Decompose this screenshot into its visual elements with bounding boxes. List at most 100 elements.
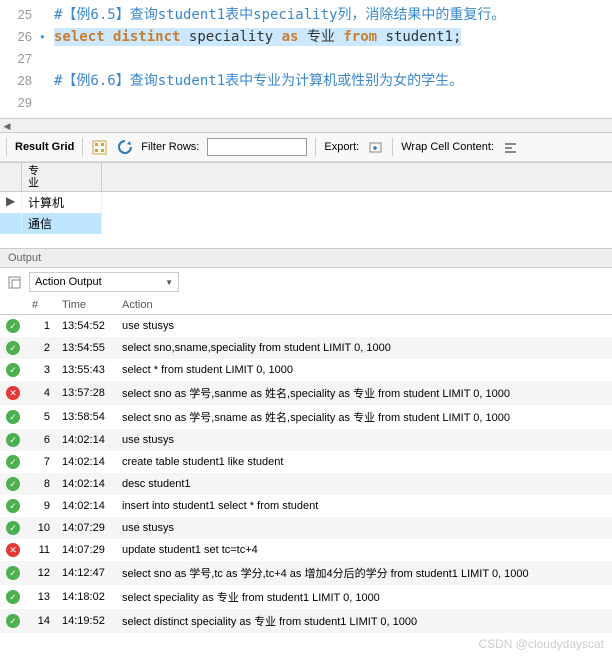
- status-ok-icon: ✓: [6, 363, 20, 377]
- output-row[interactable]: ✓ 1014:07:29use stusys: [0, 517, 612, 539]
- row-number: 12: [26, 561, 56, 585]
- row-time: 13:54:55: [56, 337, 116, 359]
- line-number: 29: [0, 92, 40, 114]
- output-row[interactable]: ✓ 814:02:14desc student1: [0, 473, 612, 495]
- status-ok-icon: ✓: [6, 477, 20, 491]
- output-type-dropdown[interactable]: Action Output ▼: [29, 272, 179, 292]
- status-ok-icon: ✓: [6, 455, 20, 469]
- row-pointer: [0, 213, 22, 234]
- row-time: 14:07:29: [56, 539, 116, 561]
- status-ok-icon: ✓: [6, 341, 20, 355]
- scroll-left-arrow[interactable]: ◀: [0, 119, 14, 133]
- row-number: 3: [26, 359, 56, 381]
- row-number: 4: [26, 381, 56, 405]
- row-time: 14:18:02: [56, 585, 116, 609]
- export-icon[interactable]: [367, 139, 384, 156]
- filter-input[interactable]: [207, 138, 307, 156]
- status-error-icon: ✕: [6, 543, 20, 557]
- row-action: select * from student LIMIT 0, 1000: [116, 359, 612, 381]
- row-number: 5: [26, 405, 56, 429]
- status-ok-icon: ✓: [6, 590, 20, 604]
- output-row[interactable]: ✓1414:19:52select distinct speciality as…: [0, 609, 612, 633]
- row-number: 11: [26, 539, 56, 561]
- code-content[interactable]: select distinct speciality as 专业 from st…: [54, 26, 461, 48]
- cell-value[interactable]: 通信: [22, 213, 102, 234]
- row-number: 8: [26, 473, 56, 495]
- export-label: Export:: [324, 141, 359, 153]
- chevron-down-icon: ▼: [165, 278, 173, 287]
- output-row[interactable]: ✕ 413:57:28select sno as 学号,sanme as 姓名,s…: [0, 381, 612, 405]
- code-content[interactable]: #【例6.6】查询student1表中专业为计算机或性别为女的学生。: [54, 70, 463, 92]
- code-line[interactable]: 27: [0, 48, 612, 70]
- dropdown-value: Action Output: [35, 276, 102, 288]
- row-number: 13: [26, 585, 56, 609]
- output-mode-icon[interactable]: [6, 274, 23, 291]
- code-line[interactable]: 28 #【例6.6】查询student1表中专业为计算机或性别为女的学生。: [0, 70, 612, 92]
- code-line[interactable]: 26●select distinct speciality as 专业 from…: [0, 26, 612, 48]
- row-action: select sno as 学号,tc as 学分,tc+4 as 增加4分后的…: [116, 561, 612, 585]
- row-time: 13:57:28: [56, 381, 116, 405]
- output-row[interactable]: ✓513:58:54select sno as 学号,sname as 姓名,s…: [0, 405, 612, 429]
- col-num[interactable]: #: [26, 296, 56, 315]
- col-time[interactable]: Time: [56, 296, 116, 315]
- output-row[interactable]: ✓ 1214:12:47select sno as 学号,tc as 学分,tc+…: [0, 561, 612, 585]
- result-grid-label: Result Grid: [15, 141, 74, 153]
- status-ok-icon: ✓: [6, 499, 20, 513]
- row-time: 14:12:47: [56, 561, 116, 585]
- horizontal-scrollbar[interactable]: ◀: [0, 118, 612, 132]
- filter-label: Filter Rows:: [141, 141, 199, 153]
- refresh-icon[interactable]: [116, 139, 133, 156]
- row-action: select distinct speciality as 专业 from st…: [116, 609, 612, 633]
- output-panel-title: Output: [0, 248, 612, 268]
- line-number: 28: [0, 70, 40, 92]
- code-content[interactable]: #【例6.5】查询student1表中speciality列，消除结果中的重复行…: [54, 4, 505, 26]
- output-row[interactable]: ✓213:54:55select sno,sname,speciality fr…: [0, 337, 612, 359]
- status-ok-icon: ✓: [6, 521, 20, 535]
- wrap-cell-icon[interactable]: [502, 139, 519, 156]
- output-row[interactable]: ✕1114:07:29update student1 set tc=tc+4: [0, 539, 612, 561]
- output-panel: Output Action Output ▼ # Time Action ✓11…: [0, 248, 612, 633]
- output-row[interactable]: ✓313:55:43select * from student LIMIT 0,…: [0, 359, 612, 381]
- grid-view-icon[interactable]: [91, 139, 108, 156]
- row-action: select sno as 学号,sanme as 姓名,speciality …: [116, 381, 612, 405]
- row-time: 14:07:29: [56, 517, 116, 539]
- row-number: 9: [26, 495, 56, 517]
- table-row[interactable]: ▶计算机: [0, 192, 612, 213]
- row-time: 13:54:52: [56, 315, 116, 338]
- status-ok-icon: ✓: [6, 319, 20, 333]
- table-row[interactable]: 通信: [0, 213, 612, 234]
- column-header[interactable]: 专 业: [22, 163, 102, 191]
- line-number: 27: [0, 48, 40, 70]
- status-ok-icon: ✓: [6, 566, 20, 580]
- output-row[interactable]: ✓614:02:14use stusys: [0, 429, 612, 451]
- wrap-label: Wrap Cell Content:: [401, 141, 494, 153]
- row-action: create table student1 like student: [116, 451, 612, 473]
- row-selector-header: [0, 163, 22, 191]
- output-row[interactable]: ✓1314:18:02select speciality as 专业 from …: [0, 585, 612, 609]
- output-row[interactable]: ✓113:54:52use stusys: [0, 315, 612, 338]
- status-ok-icon: ✓: [6, 614, 20, 628]
- output-row[interactable]: ✓914:02:14insert into student1 select * …: [0, 495, 612, 517]
- code-line[interactable]: 29: [0, 92, 612, 114]
- row-time: 14:02:14: [56, 429, 116, 451]
- code-line[interactable]: 25#【例6.5】查询student1表中speciality列，消除结果中的重…: [0, 4, 612, 26]
- result-grid: 专 业 ▶计算机通信: [0, 162, 612, 234]
- row-action: use stusys: [116, 517, 612, 539]
- col-action[interactable]: Action: [116, 296, 612, 315]
- breakpoint-marker[interactable]: ●: [40, 26, 54, 48]
- row-action: use stusys: [116, 315, 612, 338]
- status-error-icon: ✕: [6, 386, 20, 400]
- row-number: 2: [26, 337, 56, 359]
- row-time: 14:02:14: [56, 473, 116, 495]
- output-table: # Time Action ✓113:54:52use stusys✓213:5…: [0, 296, 612, 633]
- output-row[interactable]: ✓714:02:14create table student1 like stu…: [0, 451, 612, 473]
- line-number: 26: [0, 26, 40, 48]
- row-time: 13:58:54: [56, 405, 116, 429]
- row-action: desc student1: [116, 473, 612, 495]
- sql-editor[interactable]: 25#【例6.5】查询student1表中speciality列，消除结果中的重…: [0, 0, 612, 118]
- row-action: use stusys: [116, 429, 612, 451]
- cell-value[interactable]: 计算机: [22, 192, 102, 213]
- result-toolbar: Result Grid Filter Rows: Export: Wrap Ce…: [0, 132, 612, 162]
- row-number: 10: [26, 517, 56, 539]
- row-time: 14:02:14: [56, 451, 116, 473]
